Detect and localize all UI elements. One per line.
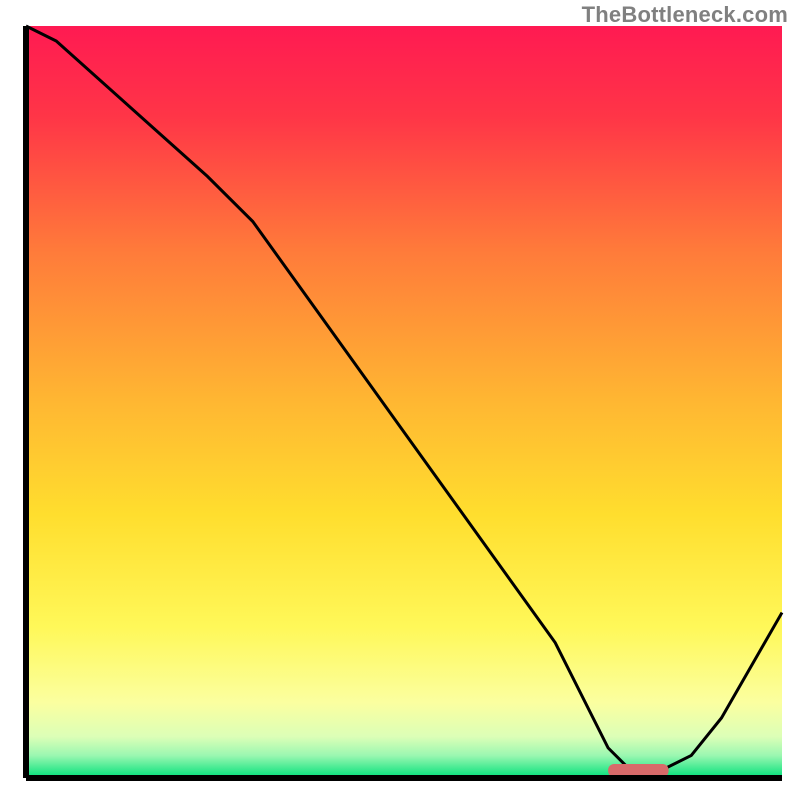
chart-svg: [0, 0, 800, 800]
plot-background: [26, 26, 782, 778]
